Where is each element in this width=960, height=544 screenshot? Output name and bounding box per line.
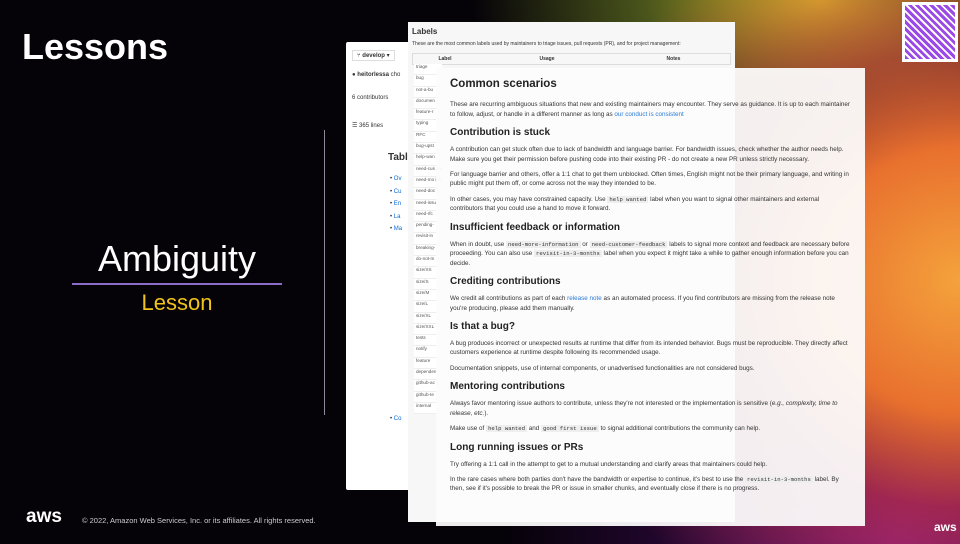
- code: revisit-in-3-months: [745, 476, 813, 483]
- col-usage: Usage: [539, 56, 555, 62]
- contributors[interactable]: 6 contributors: [352, 95, 388, 101]
- toc-item[interactable]: Cu: [394, 189, 402, 195]
- lines-count: 365 lines: [359, 123, 384, 129]
- para: Make use of: [450, 425, 487, 433]
- col-label: Label: [438, 56, 452, 62]
- toc-item[interactable]: Co: [394, 416, 402, 422]
- para: and: [527, 425, 542, 433]
- labels-title: Labels: [412, 27, 438, 36]
- avatar: ●: [352, 72, 356, 78]
- qr-code: [902, 2, 958, 62]
- aws-logo-corner: aws: [934, 520, 957, 534]
- topic-subtitle: Lesson: [141, 290, 213, 315]
- aws-logo: aws: [26, 506, 62, 527]
- para: Always favor mentoring issue authors to …: [450, 400, 772, 408]
- heading-stuck: Contribution is stuck: [450, 127, 550, 139]
- conduct-link[interactable]: our conduct is consistent: [614, 111, 683, 118]
- para: Try offering a 1:1 call in the attempt t…: [450, 460, 768, 468]
- para: In other cases, you may have constrained…: [450, 195, 608, 203]
- slide-title: Lessons: [22, 26, 169, 67]
- para: We credit all contributions as part of e…: [450, 295, 568, 303]
- toc-item[interactable]: La: [394, 214, 401, 220]
- para: or: [580, 240, 590, 248]
- para: Documentation snippets, use of internal …: [450, 364, 755, 372]
- heading-common-scenarios: Common scenarios: [450, 78, 557, 90]
- release-note-link[interactable]: release note: [567, 295, 602, 302]
- code: revisit-in-3-months: [534, 250, 602, 258]
- code: help wanted: [607, 195, 649, 203]
- labels-intro: These are the most common labels used by…: [412, 41, 681, 47]
- para: For language barrier and others, offer a…: [450, 171, 849, 188]
- author[interactable]: heitorlessa: [357, 72, 389, 78]
- topic-underline: [72, 283, 282, 285]
- para: to signal additional contributions the c…: [598, 425, 761, 433]
- doc-content: Common scenarios These are recurring amb…: [436, 68, 865, 526]
- code: need-more-information: [506, 240, 581, 248]
- para: A contribution can get stuck often due t…: [450, 146, 844, 163]
- code: need-customer-feedback: [589, 240, 668, 248]
- para: In the rare cases where both parties don…: [450, 476, 746, 483]
- topic-title: Ambiguity: [97, 238, 257, 279]
- toc-item[interactable]: Ma: [394, 226, 402, 232]
- branch-selector[interactable]: ⑂ develop ▾: [352, 50, 395, 61]
- branch-name: develop: [362, 53, 385, 59]
- col-notes: Notes: [666, 56, 681, 62]
- code: help wanted: [486, 425, 527, 433]
- code: good first issue: [541, 425, 599, 433]
- copyright: © 2022, Amazon Web Services, Inc. or its…: [82, 516, 316, 525]
- commit-msg: cho: [390, 72, 401, 78]
- para: A bug produces incorrect or unexpected r…: [450, 339, 848, 357]
- heading-bug: Is that a bug?: [450, 320, 515, 332]
- heading-credit: Crediting contributions: [450, 276, 561, 288]
- toc-item[interactable]: En: [394, 201, 401, 207]
- toc-item[interactable]: Ov: [394, 176, 402, 182]
- para: ).: [484, 409, 489, 417]
- labels-table-header: Label Usage Notes: [412, 53, 731, 65]
- para: When in doubt, use: [450, 240, 507, 248]
- heading-mentor: Mentoring contributions: [450, 381, 565, 393]
- heading-feedback: Insufficient feedback or information: [450, 221, 621, 233]
- divider: [324, 130, 325, 415]
- heading-long-running: Long running issues or PRs: [450, 441, 584, 453]
